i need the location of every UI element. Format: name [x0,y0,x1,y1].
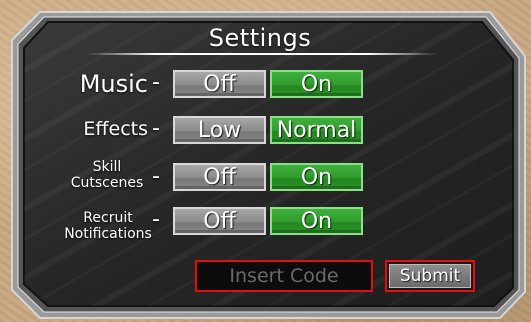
effects-normal-button[interactable]: Normal [270,116,363,144]
settings-panel: Settings Music - Off On Effects - Low No… [0,0,531,322]
code-input[interactable] [195,260,373,292]
recruit-notifications-off-button[interactable]: Off [173,207,266,235]
recruit-notifications-label-line2: Notifications [64,226,152,242]
title-divider [86,53,438,55]
music-off-button[interactable]: Off [173,70,266,98]
effects-dash: - [152,116,160,141]
skill-cutscenes-dash: - [152,164,160,189]
music-label: Music [79,70,148,98]
submit-button[interactable]: Submit [389,264,471,288]
recruit-notifications-label-line1: Recruit [83,210,133,226]
skill-cutscenes-label-line2: Cutscenes [70,175,144,191]
effects-label: Effects [83,118,148,140]
skill-cutscenes-label-line1: Skill [92,159,122,175]
music-dash: - [152,70,160,95]
recruit-notifications-label: Recruit Notifications [58,210,158,242]
recruit-notifications-dash: - [152,207,160,232]
music-on-button[interactable]: On [270,70,363,98]
skill-cutscenes-label: Skill Cutscenes [62,159,152,191]
submit-button-frame: Submit [385,260,475,292]
panel-title: Settings [208,24,312,52]
effects-low-button[interactable]: Low [173,116,266,144]
recruit-notifications-on-button[interactable]: On [270,207,363,235]
skill-cutscenes-on-button[interactable]: On [270,163,363,191]
skill-cutscenes-off-button[interactable]: Off [173,163,266,191]
